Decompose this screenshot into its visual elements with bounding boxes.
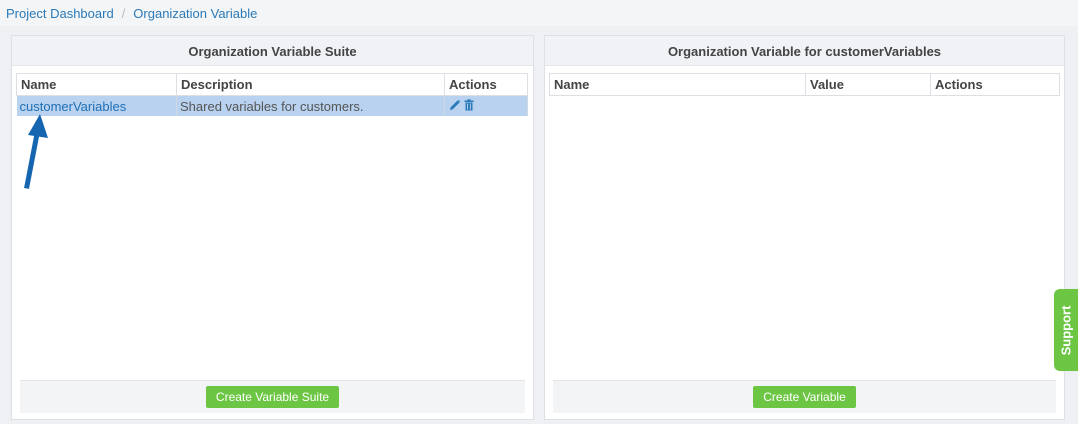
column-header-actions: Actions [930,73,1060,96]
variable-suite-panel-title: Organization Variable Suite [12,36,533,66]
breadcrumb-project-dashboard[interactable]: Project Dashboard [6,6,114,21]
cell-description: Shared variables for customers. [176,95,445,116]
breadcrumb-organization-variable[interactable]: Organization Variable [133,6,257,21]
table-header-row: Name Description Actions [16,73,528,96]
edit-icon[interactable] [449,99,461,114]
variable-table: Name Value Actions [549,73,1060,96]
support-tab[interactable]: Support [1054,289,1078,371]
column-header-name[interactable]: Name [549,73,806,96]
variable-suite-footer: Create Variable Suite [20,380,525,413]
breadcrumb-separator: / [121,5,126,21]
annotation-arrow-icon [24,114,48,189]
column-header-name[interactable]: Name [16,73,177,96]
column-header-value[interactable]: Value [805,73,931,96]
variable-suite-table: Name Description Actions customerVariabl… [16,73,528,116]
cell-actions [444,95,528,116]
variable-panel-title: Organization Variable for customerVariab… [545,36,1064,66]
create-variable-suite-button[interactable]: Create Variable Suite [205,386,340,408]
table-header-row: Name Value Actions [549,73,1060,96]
delete-icon[interactable] [464,98,474,114]
variable-panel-footer: Create Variable [553,380,1056,413]
breadcrumb: Project Dashboard / Organization Variabl… [0,0,1078,26]
suite-description: Shared variables for customers. [180,98,364,114]
create-variable-button[interactable]: Create Variable [753,386,856,408]
variable-panel: Organization Variable for customerVariab… [544,35,1065,420]
support-tab-label: Support [1058,305,1074,355]
table-row[interactable]: customerVariables Shared variables for c… [16,95,528,116]
variable-suite-panel: Organization Variable Suite Name Descrip… [11,35,534,420]
column-header-description[interactable]: Description [176,73,445,96]
column-header-actions: Actions [444,73,528,96]
